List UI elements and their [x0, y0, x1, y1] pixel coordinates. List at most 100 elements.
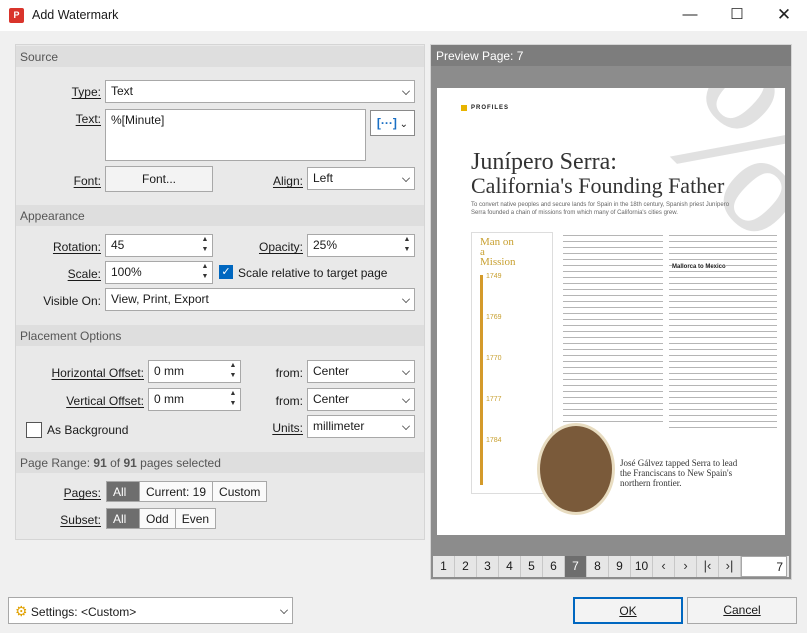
source-heading: Source — [16, 46, 424, 67]
preview-heading: Preview Page: 7 — [431, 45, 791, 66]
sidebar-year: 1784 — [486, 437, 502, 444]
appearance-heading: Appearance — [16, 205, 424, 226]
scale-spinner[interactable]: 100% ▲ ▼ — [105, 261, 213, 284]
page-button[interactable]: 3 — [477, 556, 499, 577]
close-icon[interactable]: ✕ — [761, 0, 807, 31]
page-button[interactable]: 1 — [433, 556, 455, 577]
minimize-icon[interactable]: — — [667, 0, 713, 31]
maximize-icon[interactable]: ☐ — [714, 0, 760, 31]
subset-even-option[interactable]: Even — [176, 509, 215, 528]
rotation-label: Rotation: — [52, 240, 101, 254]
doc-body-column — [563, 232, 663, 422]
cancel-button[interactable]: Cancel — [687, 597, 797, 624]
text-label: Text: — [75, 112, 101, 126]
page-button[interactable]: 6 — [543, 556, 565, 577]
spinner-arrows-icon[interactable]: ▲ ▼ — [198, 262, 212, 283]
gear-icon: ⚙ — [15, 603, 28, 619]
h-offset-spinner[interactable]: 0 mm ▲ ▼ — [148, 360, 241, 383]
placement-heading: Placement Options — [16, 325, 424, 346]
portrait-image — [537, 423, 615, 515]
page-button[interactable]: 10 — [631, 556, 653, 577]
settings-select[interactable]: ⚙ Settings: <Custom> — [8, 597, 293, 624]
align-select[interactable]: Left — [307, 167, 415, 190]
subset-odd-option[interactable]: Odd — [140, 509, 176, 528]
h-offset-value: 0 mm — [154, 364, 184, 378]
type-label: Type: — [71, 85, 101, 99]
kicker-marker — [461, 105, 467, 111]
pages-selected-count: 91 — [93, 456, 107, 470]
insert-macro-icon: [···] — [376, 116, 397, 130]
scale-relative-checkbox[interactable]: ✓ — [219, 265, 233, 279]
spinner-arrows-icon[interactable]: ▲ ▼ — [198, 235, 212, 256]
prev-page-icon[interactable]: ‹ — [653, 556, 675, 577]
opacity-label: Opacity: — [258, 240, 303, 254]
doc-caption: José Gálvez tapped Serra to lead the Fra… — [620, 458, 738, 488]
macro-button[interactable]: [···] ⌄ — [370, 110, 415, 136]
pages-total-count: 91 — [123, 456, 137, 470]
doc-intro: To convert native peoples and secure lan… — [471, 202, 730, 216]
h-from-value: Center — [313, 364, 350, 378]
page-button[interactable]: 2 — [455, 556, 477, 577]
page-button[interactable]: 5 — [521, 556, 543, 577]
ok-button[interactable]: OK — [573, 597, 683, 624]
subset-segmented: All Odd Even — [106, 508, 217, 529]
h-offset-label: Horizontal Offset: — [51, 366, 144, 380]
title-bar: P Add Watermark — ☐ ✕ — [0, 0, 807, 31]
v-offset-spinner[interactable]: 0 mm ▲ ▼ — [148, 388, 241, 411]
sidebar-title: Man on a Mission — [480, 236, 516, 268]
sidebar-year: 1770 — [486, 355, 502, 362]
page-button[interactable]: 4 — [499, 556, 521, 577]
scale-label: Scale: — [67, 267, 101, 281]
next-page-icon[interactable]: › — [675, 556, 697, 577]
opacity-spinner[interactable]: 25% ▲ ▼ — [307, 234, 415, 257]
sidebar-year: 1777 — [486, 396, 502, 403]
units-select[interactable]: millimeter — [307, 415, 415, 438]
page-navigator: 1 2 3 4 5 6 7 8 9 10 ‹ › |‹ ›| 7 — [433, 556, 789, 577]
page-button[interactable]: 9 — [609, 556, 631, 577]
font-button[interactable]: Font... — [105, 166, 213, 192]
window-title: Add Watermark — [32, 8, 119, 22]
settings-value: <Custom> — [80, 605, 137, 619]
page-button-current[interactable]: 7 — [565, 556, 587, 577]
subset-all-option[interactable]: All — [107, 509, 140, 528]
page-button[interactable]: 8 — [587, 556, 609, 577]
doc-kicker: PROFILES — [471, 105, 510, 111]
font-label: Font: — [73, 174, 101, 188]
pages-custom-option[interactable]: Custom — [213, 482, 266, 501]
v-from-value: Center — [313, 392, 350, 406]
units-value: millimeter — [313, 419, 365, 433]
page-number-input[interactable]: 7 — [741, 556, 787, 577]
text-input[interactable]: %[Minute] — [105, 109, 366, 161]
sidebar-year: 1749 — [486, 273, 502, 280]
pages-current-option[interactable]: Current: 19 — [140, 482, 214, 501]
footer-bar: ⚙ Settings: <Custom> OK Cancel — [0, 589, 807, 633]
h-from-select[interactable]: Center — [307, 360, 415, 383]
rotation-spinner[interactable]: 45 ▲ ▼ — [105, 234, 213, 257]
scale-value: 100% — [111, 265, 142, 279]
v-offset-label: Vertical Offset: — [66, 394, 144, 408]
as-background-label: As Background — [47, 423, 129, 437]
visible-on-select[interactable]: View, Print, Export — [105, 288, 415, 311]
settings-label: Settings: — [30, 605, 78, 619]
h-from-label: from: — [275, 366, 303, 380]
text-value: %[Minute] — [111, 113, 165, 127]
units-label: Units: — [272, 421, 303, 435]
as-background-checkbox[interactable] — [26, 422, 42, 438]
align-label: Align: — [272, 174, 303, 188]
spinner-arrows-icon[interactable]: ▲ ▼ — [400, 235, 414, 256]
sidebar-year: 1769 — [486, 314, 502, 321]
v-from-select[interactable]: Center — [307, 388, 415, 411]
pages-all-option[interactable]: All — [107, 482, 140, 501]
page-range-heading: Page Range: 91 of 91 pages selected — [16, 452, 424, 473]
doc-body-column — [669, 232, 777, 432]
type-select[interactable]: Text — [105, 80, 415, 103]
first-page-icon[interactable]: |‹ — [697, 556, 719, 577]
last-page-icon[interactable]: ›| — [719, 556, 741, 577]
align-value: Left — [313, 171, 334, 185]
app-icon: P — [9, 8, 24, 23]
visible-on-label: Visible On: — [43, 294, 101, 308]
pages-label: Pages: — [63, 486, 101, 500]
spinner-arrows-icon[interactable]: ▲ ▼ — [226, 389, 240, 410]
spinner-arrows-icon[interactable]: ▲ ▼ — [226, 361, 240, 382]
doc-title-2: California's Founding Father — [471, 173, 725, 198]
